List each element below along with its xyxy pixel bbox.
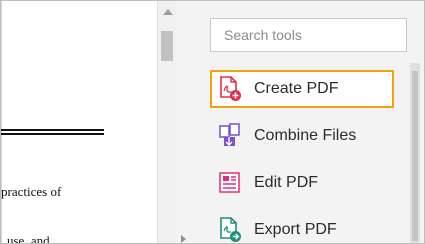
app-window: practices of use, and Create PDF bbox=[0, 0, 425, 244]
collapse-panel-arrow-icon[interactable] bbox=[181, 235, 186, 243]
export-pdf-icon bbox=[218, 217, 242, 243]
document-scrollbar[interactable] bbox=[157, 1, 177, 243]
tools-panel-scrollbar[interactable] bbox=[410, 63, 420, 243]
document-page: practices of use, and bbox=[1, 1, 157, 243]
tool-export-pdf[interactable]: Export PDF bbox=[210, 211, 394, 243]
create-pdf-icon bbox=[218, 76, 242, 102]
combine-files-icon bbox=[218, 123, 242, 149]
tools-panel-scroll-thumb[interactable] bbox=[412, 71, 418, 241]
search-tools-input[interactable] bbox=[211, 19, 406, 51]
document-text-line: practices of bbox=[1, 184, 62, 199]
search-tools-box[interactable] bbox=[210, 18, 407, 52]
edit-pdf-icon bbox=[218, 170, 242, 196]
scroll-up-arrow-icon[interactable] bbox=[163, 9, 173, 15]
tool-create-pdf[interactable]: Create PDF bbox=[210, 70, 394, 108]
tool-label: Create PDF bbox=[254, 80, 339, 97]
tool-label: Export PDF bbox=[254, 221, 337, 238]
document-scroll-thumb[interactable] bbox=[161, 31, 173, 61]
tools-panel: Create PDF Combine Files bbox=[176, 1, 424, 243]
page-edge bbox=[1, 1, 2, 243]
double-rule-bottom bbox=[1, 133, 104, 135]
document-text-line: use, and bbox=[7, 233, 50, 243]
double-rule-top bbox=[1, 129, 104, 131]
tool-combine-files[interactable]: Combine Files bbox=[210, 117, 394, 155]
tool-label: Combine Files bbox=[254, 127, 357, 144]
tool-edit-pdf[interactable]: Edit PDF bbox=[210, 164, 394, 202]
tool-label: Edit PDF bbox=[254, 174, 319, 191]
